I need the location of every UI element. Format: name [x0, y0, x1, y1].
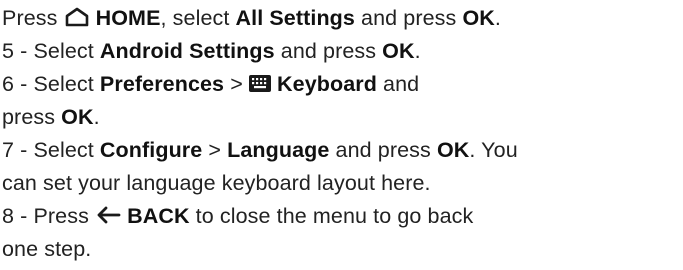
instruction-text: Press HOME, select All Settings and pres… — [2, 2, 681, 266]
text-line: 8 - Press BACK to close the menu to go b… — [2, 200, 681, 233]
text-line: Press HOME, select All Settings and pres… — [2, 2, 681, 35]
text-segment: . — [414, 39, 421, 63]
ui-term: Keyboard — [270, 72, 377, 96]
keyboard-icon — [248, 74, 271, 92]
text-line: 7 - Select Configure > Language and pres… — [2, 134, 681, 167]
ui-term: OK — [61, 105, 94, 129]
text-segment: . You — [469, 138, 518, 162]
text-segment: and press — [274, 39, 383, 63]
text-line: 5 - Select Android Settings and press OK… — [2, 35, 681, 68]
ui-term: All Settings — [235, 6, 355, 30]
text-segment: Press — [2, 6, 64, 30]
ui-term: OK — [436, 138, 470, 162]
text-segment: > — [202, 138, 228, 162]
text-segment: and — [376, 72, 420, 96]
text-segment: one step. — [2, 237, 92, 261]
ui-term: Configure — [99, 138, 203, 162]
text-line: can set your language keyboard layout he… — [2, 167, 681, 200]
text-line: press OK. — [2, 101, 681, 134]
text-segment: to close the menu to go back — [189, 204, 474, 228]
ui-term: Language — [227, 138, 330, 162]
back-arrow-icon — [95, 205, 121, 225]
text-segment: 8 - Press — [2, 204, 95, 228]
ui-term: Preferences — [99, 72, 225, 96]
text-segment: and press — [354, 6, 463, 30]
text-segment: . — [494, 6, 501, 30]
text-line: 6 - Select Preferences > Keyboard and — [2, 68, 681, 101]
text-segment: > — [224, 72, 249, 96]
ui-term: BACK — [121, 204, 190, 228]
home-icon — [64, 7, 90, 27]
text-segment: . — [93, 105, 100, 129]
text-segment: and press — [329, 138, 437, 162]
text-segment: 5 - Select — [2, 39, 100, 63]
text-line: one step. — [2, 233, 681, 266]
text-segment: , select — [160, 6, 236, 30]
text-segment: 7 - Select — [2, 138, 100, 162]
ui-term: Android Settings — [99, 39, 275, 63]
ui-term: OK — [462, 6, 495, 30]
text-segment: press — [2, 105, 62, 129]
text-segment: can set your language keyboard layout he… — [2, 171, 431, 195]
ui-term: OK — [382, 39, 415, 63]
text-segment: 6 - Select — [2, 72, 100, 96]
ui-term: HOME — [89, 6, 161, 30]
